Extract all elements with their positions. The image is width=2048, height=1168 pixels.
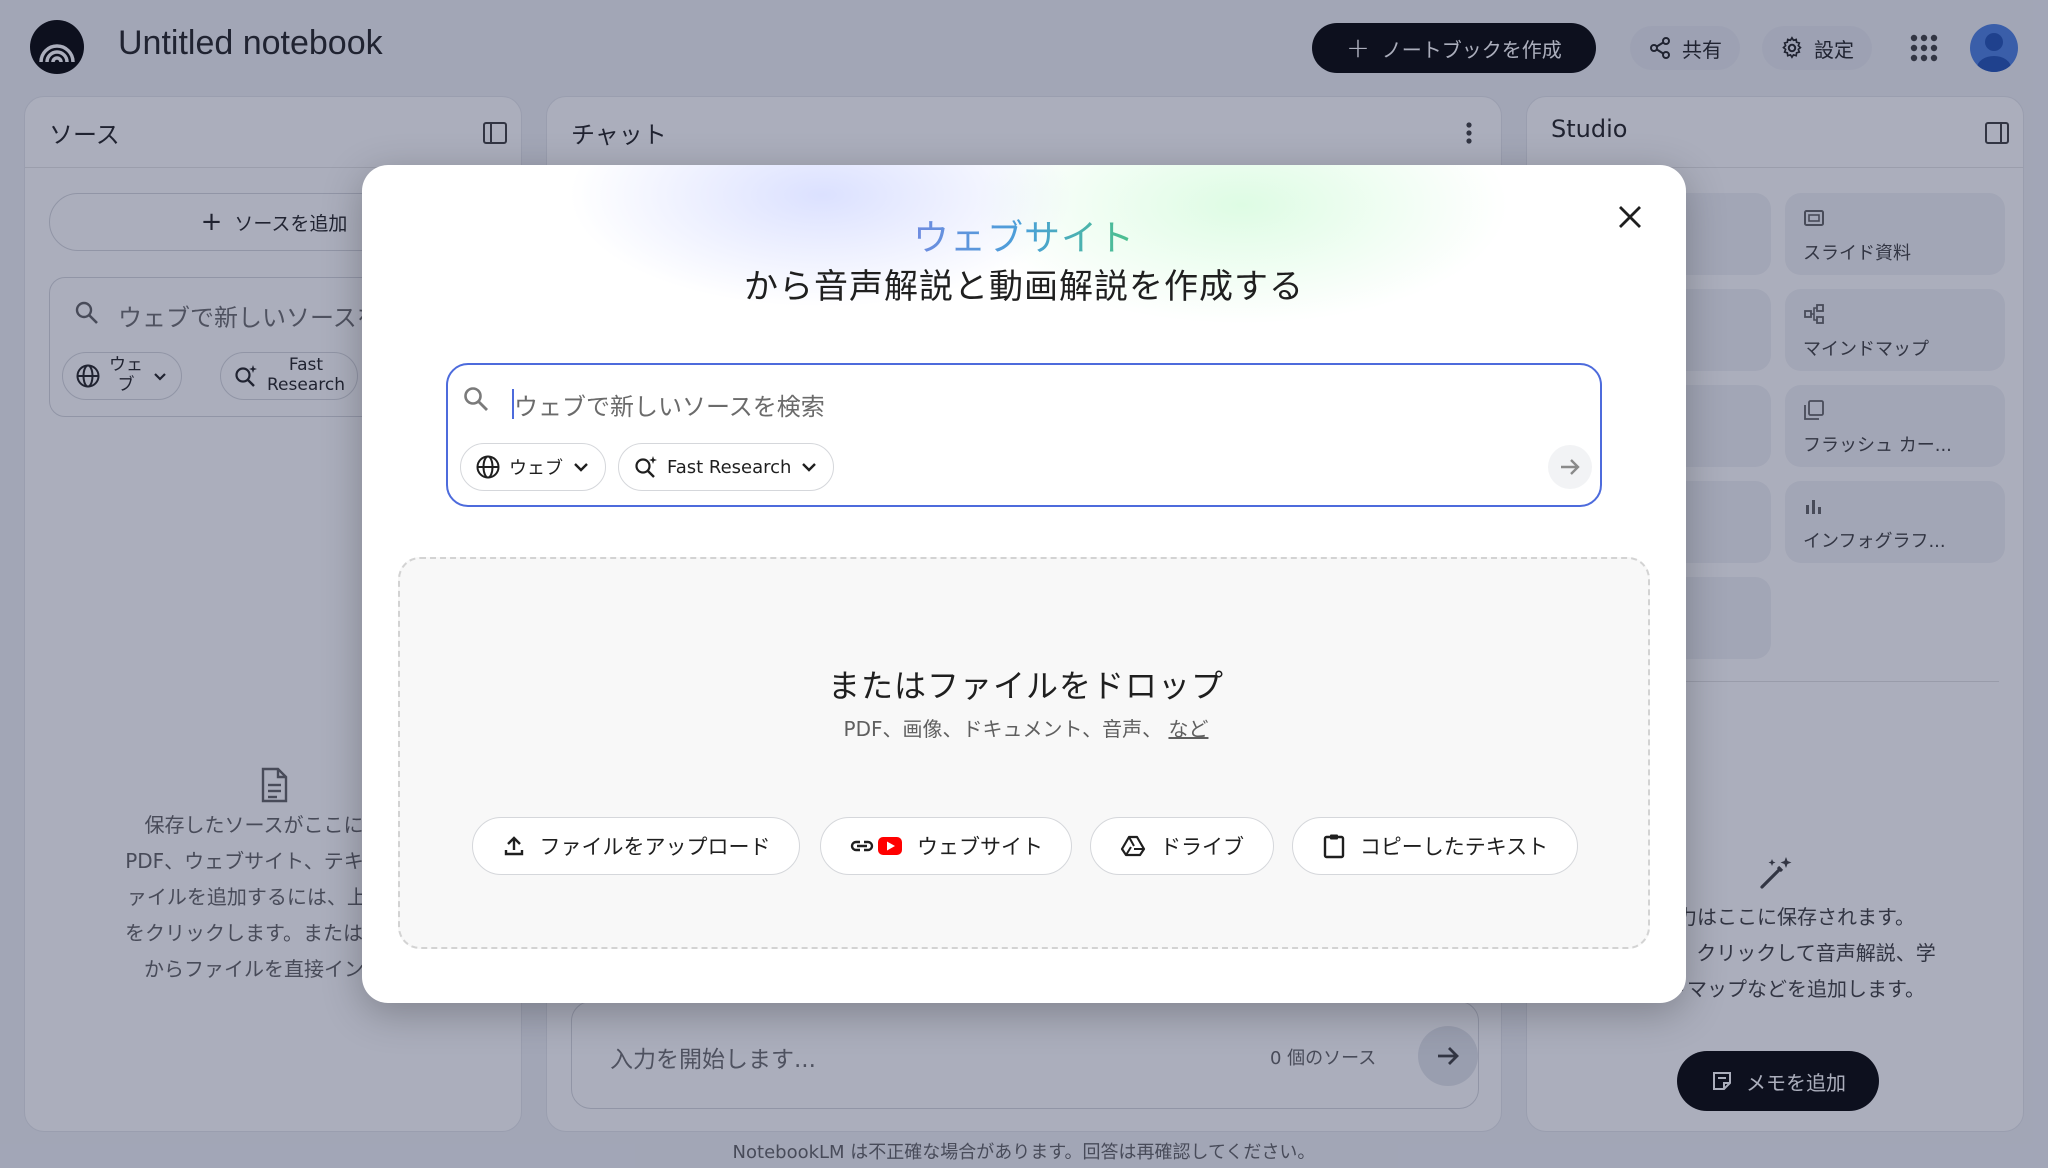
web-search-box: ウェブで新しいソースを検索 ウェブ Fast Research xyxy=(446,363,1602,507)
add-source-dialog: ウェブサイト から音声解説と動画解説を作成する ウェブで新しいソースを検索 ウェ… xyxy=(362,165,1686,1003)
fast-research-label: Fast Research xyxy=(667,456,792,478)
fast-research-chip[interactable]: Fast Research xyxy=(618,443,835,491)
drive-source-label: ドライブ xyxy=(1160,835,1244,859)
search-submit-button[interactable] xyxy=(1548,445,1592,489)
web-source-chip[interactable]: ウェブ xyxy=(460,443,606,491)
globe-icon xyxy=(476,455,500,479)
file-drop-zone[interactable]: またはファイルをドロップ PDF、画像、ドキュメント、音声、 など ファイルをア… xyxy=(398,557,1650,949)
arrow-right-icon xyxy=(1561,459,1580,475)
chevron-down-icon xyxy=(574,463,588,472)
dialog-heading: から音声解説と動画解説を作成する xyxy=(744,267,1304,307)
clipboard-icon xyxy=(1323,834,1345,859)
dialog-heading-highlight: ウェブサイト xyxy=(362,209,1686,261)
search-icon xyxy=(464,387,488,411)
website-source-label: ウェブサイト xyxy=(917,835,1043,859)
link-icon xyxy=(850,840,874,852)
research-search-icon xyxy=(635,456,657,478)
website-source-button[interactable]: ウェブサイト xyxy=(820,817,1072,875)
upload-file-button[interactable]: ファイルをアップロード xyxy=(472,817,800,875)
copied-text-button[interactable]: コピーしたテキスト xyxy=(1292,817,1578,875)
upload-icon xyxy=(504,836,523,856)
drop-types: PDF、画像、ドキュメント、音声、 xyxy=(843,717,1163,741)
drop-title: またはファイルをドロップ xyxy=(827,667,1224,705)
web-search-input[interactable]: ウェブで新しいソースを検索 xyxy=(514,387,825,422)
drive-icon xyxy=(1120,835,1146,857)
chevron-down-icon xyxy=(802,463,817,472)
upload-file-label: ファイルをアップロード xyxy=(539,835,771,859)
drop-subtitle: PDF、画像、ドキュメント、音声、 など xyxy=(400,713,1652,742)
heading-highlight-text: ウェブサイト xyxy=(912,218,1135,259)
copied-text-label: コピーしたテキスト xyxy=(1359,835,1549,859)
youtube-icon xyxy=(878,837,902,855)
drive-source-button[interactable]: ドライブ xyxy=(1090,817,1274,875)
link-youtube-icons xyxy=(849,834,903,858)
more-types-link[interactable]: など xyxy=(1168,717,1208,741)
web-source-chip-label: ウェブ xyxy=(509,458,563,479)
